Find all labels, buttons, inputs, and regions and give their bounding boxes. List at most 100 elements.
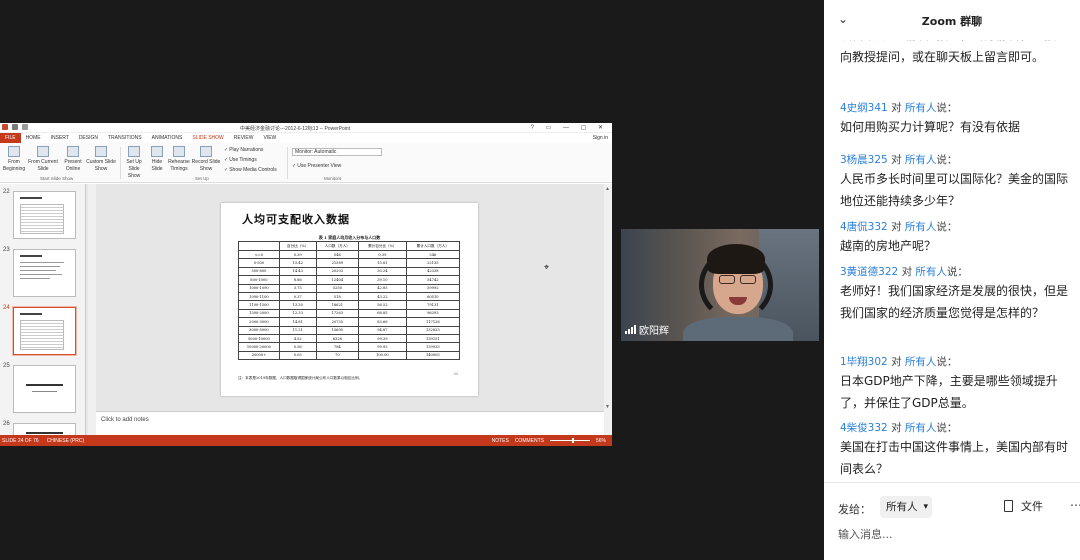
notes-pane[interactable]: Click to add notes: [96, 411, 604, 435]
said-word: 说：: [936, 422, 958, 434]
webcam-video[interactable]: 欧阳辉: [621, 229, 819, 341]
ppt-status-bar: SLIDE 24 OF 76 CHINESE (PRC) NOTES COMME…: [0, 435, 612, 446]
from-current-label: From Current Slide: [28, 159, 58, 172]
hide-slide-button[interactable]: Hide Slide: [148, 146, 166, 173]
table-cell: 117128: [405, 317, 461, 327]
table-cell: 132823: [405, 325, 461, 335]
sender-name[interactable]: 1毕翔302: [840, 356, 888, 368]
scroll-down-icon[interactable]: ▼: [605, 404, 610, 410]
message-meta: 3杨晨325 对 所有人说：: [840, 152, 1068, 168]
recipient-value: 所有人: [886, 501, 918, 513]
table-row: 5000-10000 4.52 6328 99.39 139151: [238, 333, 461, 344]
table-cell: 20735: [315, 317, 360, 327]
notes-toggle[interactable]: NOTES: [492, 438, 509, 444]
comments-toggle[interactable]: COMMENTS: [515, 438, 544, 444]
ppt-logo-icon: [2, 124, 8, 130]
tab-view[interactable]: VIEW: [259, 133, 282, 143]
table-cell: 0-500: [238, 258, 280, 268]
scroll-up-icon[interactable]: ▲: [605, 186, 610, 192]
thumb-line: [20, 266, 60, 267]
table-cell: 140005: [405, 350, 461, 361]
set-up-slide-show-button[interactable]: Set Up Slide Show: [122, 146, 146, 180]
table-cell: 800-1000: [238, 275, 280, 285]
chat-scrollbar[interactable]: [1074, 40, 1080, 480]
slideshow-current-icon: [37, 146, 49, 157]
record-slide-show-button[interactable]: Record Slide Show: [191, 146, 221, 173]
file-icon: [1004, 500, 1013, 512]
slide-thumbnail[interactable]: [13, 191, 76, 239]
sender-name[interactable]: 4史纲341: [840, 102, 888, 114]
window-controls[interactable]: ? ▭ — ▢ ✕: [531, 124, 608, 131]
save-icon[interactable]: [12, 124, 18, 130]
file-button[interactable]: 文件: [1004, 498, 1043, 514]
chevron-down-icon: ▾: [923, 502, 928, 512]
current-slide[interactable]: 人均可支配收入数据 表 1 家庭人均月收入分布与人口数 百分比（%） 人口数（万…: [221, 203, 478, 396]
tab-design[interactable]: DESIGN: [74, 133, 103, 143]
said-word: 说：: [936, 221, 958, 233]
table-cell: 15.81: [358, 258, 407, 268]
quick-access-toolbar: [2, 124, 28, 130]
custom-slide-show-button[interactable]: Custom Slide Show: [84, 146, 118, 173]
thumb-title: [20, 197, 42, 199]
slide-thumbnail[interactable]: [13, 249, 76, 297]
table-cell: 12.33: [278, 308, 317, 319]
sign-in-link[interactable]: Sign in: [593, 135, 612, 141]
slide-thumbnail[interactable]: [13, 365, 76, 413]
sender-name[interactable]: 4唐侃332: [840, 221, 888, 233]
tab-transitions[interactable]: TRANSITIONS: [103, 133, 147, 143]
use-presenter-view-checkbox[interactable]: Use Presenter View: [292, 163, 341, 169]
table-cell: 0.05: [278, 350, 317, 361]
thumb-title: [26, 432, 63, 434]
to-word: 对: [891, 102, 902, 114]
table-row: 800-1000 8.86 12404 39.10 54742: [238, 275, 461, 285]
from-beginning-label: From Beginning: [2, 159, 26, 172]
more-icon[interactable]: ⋯: [1070, 498, 1080, 512]
custom-show-icon: [95, 146, 107, 157]
sender-name[interactable]: 3杨晨325: [840, 154, 888, 166]
message-input[interactable]: [838, 525, 1066, 543]
to-word: 对: [891, 356, 902, 368]
play-narrations-checkbox[interactable]: Play Narrations: [224, 147, 263, 153]
table-cell: 54742: [405, 275, 461, 285]
file-label: 文件: [1021, 500, 1043, 513]
slide-editor: 人均可支配收入数据 表 1 家庭人均月收入分布与人口数 百分比（%） 人口数（万…: [96, 184, 604, 411]
zoom-slider[interactable]: [549, 438, 590, 443]
sender-name[interactable]: 4柴俊332: [840, 422, 888, 434]
message-target: 所有人: [904, 356, 937, 368]
ribbon-separator: [120, 147, 121, 179]
editor-scrollbar[interactable]: ▲ ▼: [604, 184, 612, 435]
thumb-title: [26, 384, 63, 386]
table-cell: 139151: [405, 333, 461, 344]
slide-page-number: 33: [453, 372, 458, 376]
table-cell: 1100-1500: [238, 300, 280, 310]
tab-file[interactable]: FILE: [0, 133, 21, 143]
thumbnails-scrollbar[interactable]: [88, 184, 96, 435]
tab-home[interactable]: HOME: [21, 133, 46, 143]
tab-slide-show[interactable]: SLIDE SHOW: [187, 133, 228, 143]
zoom-level[interactable]: 56%: [596, 438, 606, 444]
sender-name[interactable]: 3黄道德322: [840, 266, 898, 278]
rehearse-timings-button[interactable]: Rehearse Timings: [167, 146, 191, 173]
table-header-cell: 百分比（%）: [278, 241, 317, 251]
present-online-button[interactable]: Present Online: [62, 146, 84, 173]
monitor-select[interactable]: Monitor: Automatic: [292, 148, 382, 156]
tab-insert[interactable]: INSERT: [46, 133, 74, 143]
use-timings-checkbox[interactable]: Use Timings: [224, 157, 257, 163]
table-cell: 6328: [315, 333, 360, 344]
from-beginning-button[interactable]: From Beginning: [2, 146, 26, 173]
slide-thumbnail-selected[interactable]: [13, 307, 76, 355]
tab-review[interactable]: REVIEW: [229, 133, 259, 143]
show-media-controls-checkbox[interactable]: Show Media Controls: [224, 167, 277, 173]
ppt-body: 22 23 24 25 26 人均可支配收入数据 表 1 家庭人均月收入分布与人…: [0, 184, 612, 446]
notes-placeholder: Click to add notes: [101, 417, 149, 423]
message-meta: 3黄道德322 对 所有人说：: [840, 264, 1068, 280]
from-current-slide-button[interactable]: From Current Slide: [28, 146, 58, 173]
table-cell: 59992: [405, 283, 461, 293]
send-to-label: 发给：: [838, 503, 871, 516]
undo-icon[interactable]: [22, 124, 28, 130]
chat-message-list[interactable]: 设备下方的“静音”按钮，解除静音，直接向教授提问，或在聊天板上留言即可。 4史纲…: [824, 28, 1080, 476]
chat-message: 4柴俊332 对 所有人说： 美国在打击中国这件事情上，美国内部有时间表么？: [840, 420, 1068, 476]
recipient-dropdown[interactable]: 所有人 ▾: [880, 496, 932, 518]
table-cell: 18621: [315, 300, 360, 310]
tab-animations[interactable]: ANIMATIONS: [147, 133, 188, 143]
